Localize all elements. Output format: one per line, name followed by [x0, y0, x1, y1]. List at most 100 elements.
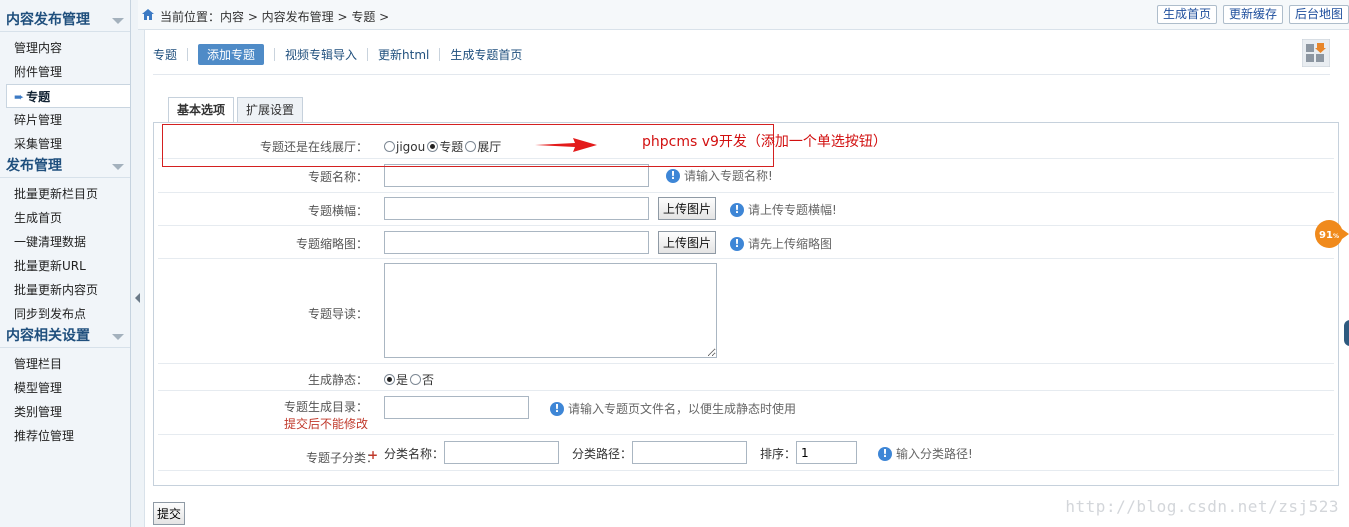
subcat-hint: ! 输入分类路径!	[878, 445, 973, 462]
thumb-hint: ! 请先上传缩略图	[730, 235, 832, 252]
banner-input[interactable]	[384, 197, 649, 220]
home-icon	[142, 9, 154, 20]
static-radio-group: 是否	[384, 371, 436, 388]
thumb-label: 专题缩略图：	[295, 237, 368, 251]
main-content: 专题 添加专题 视频专辑导入 更新html 生成专题首页 基本选项 扩展设置 专…	[145, 30, 1349, 527]
sidebar-group-settings[interactable]: 内容相关设置	[0, 324, 130, 348]
sidebar-item-attachments[interactable]: 附件管理	[0, 60, 130, 84]
sidebar-item-batch-url[interactable]: 批量更新URL	[0, 254, 130, 278]
form-panel: 专题还是在线展厅： jigou 专题 展厅 专题名称： ! 请输入专题名称! 专题横幅…	[153, 122, 1339, 486]
info-icon: !	[878, 446, 892, 461]
chevron-down-icon[interactable]	[112, 334, 124, 340]
subnav-gen-special-home[interactable]: 生成专题首页	[450, 46, 522, 63]
badge-value: 91	[1319, 230, 1333, 241]
upload-banner-button[interactable]: 上传图片	[658, 197, 717, 220]
dir-warning: 提交后不能修改	[283, 417, 368, 431]
form-row-intro: 专题导读：	[158, 259, 1334, 364]
sidebar-item-categories[interactable]: 管理栏目	[0, 352, 130, 376]
chevron-down-icon[interactable]	[112, 164, 124, 170]
info-icon: !	[666, 168, 680, 183]
annotation-arrow-icon	[535, 138, 597, 152]
intro-textarea[interactable]	[384, 263, 717, 358]
info-icon: !	[550, 401, 564, 416]
sidebar-item-models[interactable]: 模型管理	[0, 376, 130, 400]
subcat-name-input[interactable]	[444, 441, 559, 464]
breadcrumb: 当前位置：内容 > 内容发布管理 > 专题 >	[160, 10, 390, 24]
name-label: 专题名称：	[307, 170, 368, 184]
tab-bar: 基本选项 扩展设置	[168, 97, 304, 123]
name-input[interactable]	[384, 164, 649, 187]
watermark: http://blog.csdn.net/zsj523	[1065, 497, 1339, 516]
side-panel-handle[interactable]	[1344, 320, 1349, 346]
subnav-add-special[interactable]: 添加专题	[198, 44, 265, 65]
radio-static-yes[interactable]	[384, 374, 395, 385]
sidebar-item-cleanup[interactable]: 一键清理数据	[0, 230, 130, 254]
chevron-down-icon[interactable]	[112, 18, 124, 24]
radio-static-no[interactable]	[410, 374, 422, 385]
sidebar-item-sync[interactable]: 同步到发布点	[0, 302, 130, 326]
admin-map-button[interactable]: 后台地图	[1288, 5, 1349, 24]
subcat-path-input[interactable]	[632, 441, 747, 464]
sidebar-group-title: 内容发布管理	[6, 12, 90, 28]
divider	[187, 48, 189, 61]
dir-hint: ! 请输入专题页文件名，以便生成静态时使用	[550, 400, 796, 417]
dir-label: 专题生成目录：	[283, 400, 368, 414]
info-icon: !	[730, 202, 744, 217]
sidebar-item-special[interactable]: ➨ 专题	[6, 84, 130, 108]
sidebar-item-manage-content[interactable]: 管理内容	[0, 36, 130, 60]
sidebar-item-batch-category[interactable]: 批量更新栏目页	[0, 182, 130, 206]
annotation-text: phpcms v9开发（添加一个单选按钮）	[642, 134, 887, 150]
sidebar-item-fragments[interactable]: 碎片管理	[0, 108, 130, 132]
subcat-name-label: 分类名称：	[384, 447, 445, 461]
sidebar-item-batch-content[interactable]: 批量更新内容页	[0, 278, 130, 302]
static-label: 生成静态：	[307, 373, 368, 387]
badge-unit: %	[1333, 233, 1339, 240]
generate-home-button[interactable]: 生成首页	[1156, 5, 1217, 24]
collapse-left-icon[interactable]	[135, 293, 140, 303]
sidebar: 内容发布管理 管理内容 附件管理 ➨ 专题 碎片管理 采集管理 发布管理 批量更新…	[0, 0, 131, 527]
submit-button[interactable]: 提交	[153, 502, 186, 525]
form-row-banner: 专题横幅： 上传图片 ! 请上传专题横幅!	[158, 193, 1334, 226]
upload-thumb-button[interactable]: 上传图片	[658, 231, 717, 254]
divider	[367, 48, 369, 61]
name-hint: ! 请输入专题名称!	[666, 167, 773, 184]
hint-text: 请输入专题页文件名，以便生成静态时使用	[568, 402, 797, 416]
form-row-thumbnail: 专题缩略图： 上传图片 ! 请先上传缩略图	[158, 226, 1334, 259]
banner-hint: ! 请上传专题横幅!	[730, 201, 837, 218]
info-icon: !	[730, 236, 744, 251]
sidebar-item-collect[interactable]: 采集管理	[0, 132, 130, 156]
grid-view-icon[interactable]	[1302, 39, 1330, 67]
sub-navigation: 专题 添加专题 视频专辑导入 更新html 生成专题首页	[153, 44, 522, 65]
subnav-update-html[interactable]: 更新html	[378, 46, 429, 63]
banner-label: 专题横幅：	[307, 204, 368, 218]
update-cache-button[interactable]: 更新缓存	[1222, 5, 1283, 24]
sidebar-group-publish[interactable]: 发布管理	[0, 154, 130, 178]
tab-extended[interactable]: 扩展设置	[237, 97, 304, 122]
sidebar-item-positions[interactable]: 推荐位管理	[0, 424, 130, 448]
divider	[274, 48, 276, 61]
form-row-static: 生成静态： 是否	[158, 364, 1334, 391]
radio-label: 是	[396, 373, 409, 387]
divider	[439, 48, 441, 61]
hint-text: 请先上传缩略图	[748, 237, 833, 251]
topbar: 当前位置：内容 > 内容发布管理 > 专题 > 生成首页 更新缓存 后台地图	[138, 0, 1349, 30]
subnav-special[interactable]: 专题	[153, 46, 177, 63]
arrow-right-icon: ➨	[14, 90, 25, 104]
sidebar-collapse-handle[interactable]	[131, 0, 145, 527]
sidebar-group-title: 发布管理	[6, 158, 62, 174]
sidebar-item-gen-home[interactable]: 生成首页	[0, 206, 130, 230]
sidebar-group-content-publish[interactable]: 内容发布管理	[0, 8, 130, 32]
sidebar-item-types[interactable]: 类别管理	[0, 400, 130, 424]
add-subcategory-icon[interactable]: +	[368, 448, 378, 462]
sidebar-group-title: 内容相关设置	[6, 328, 90, 344]
tab-basic[interactable]: 基本选项	[168, 97, 235, 123]
thumb-input[interactable]	[384, 231, 649, 254]
radio-label: 否	[422, 373, 435, 387]
directory-input[interactable]	[384, 396, 529, 419]
divider	[153, 74, 1330, 75]
subcat-path-label: 分类路径：	[572, 447, 633, 461]
subnav-video-import[interactable]: 视频专辑导入	[285, 46, 357, 63]
subcat-order-input[interactable]	[796, 441, 857, 464]
form-row-subcategory: 专题子分类： + 分类名称： 分类路径： 排序： !输入分类路径!	[158, 435, 1334, 471]
form-row-directory: 专题生成目录： 提交后不能修改 ! 请输入专题页文件名，以便生成静态时使用	[158, 391, 1334, 435]
